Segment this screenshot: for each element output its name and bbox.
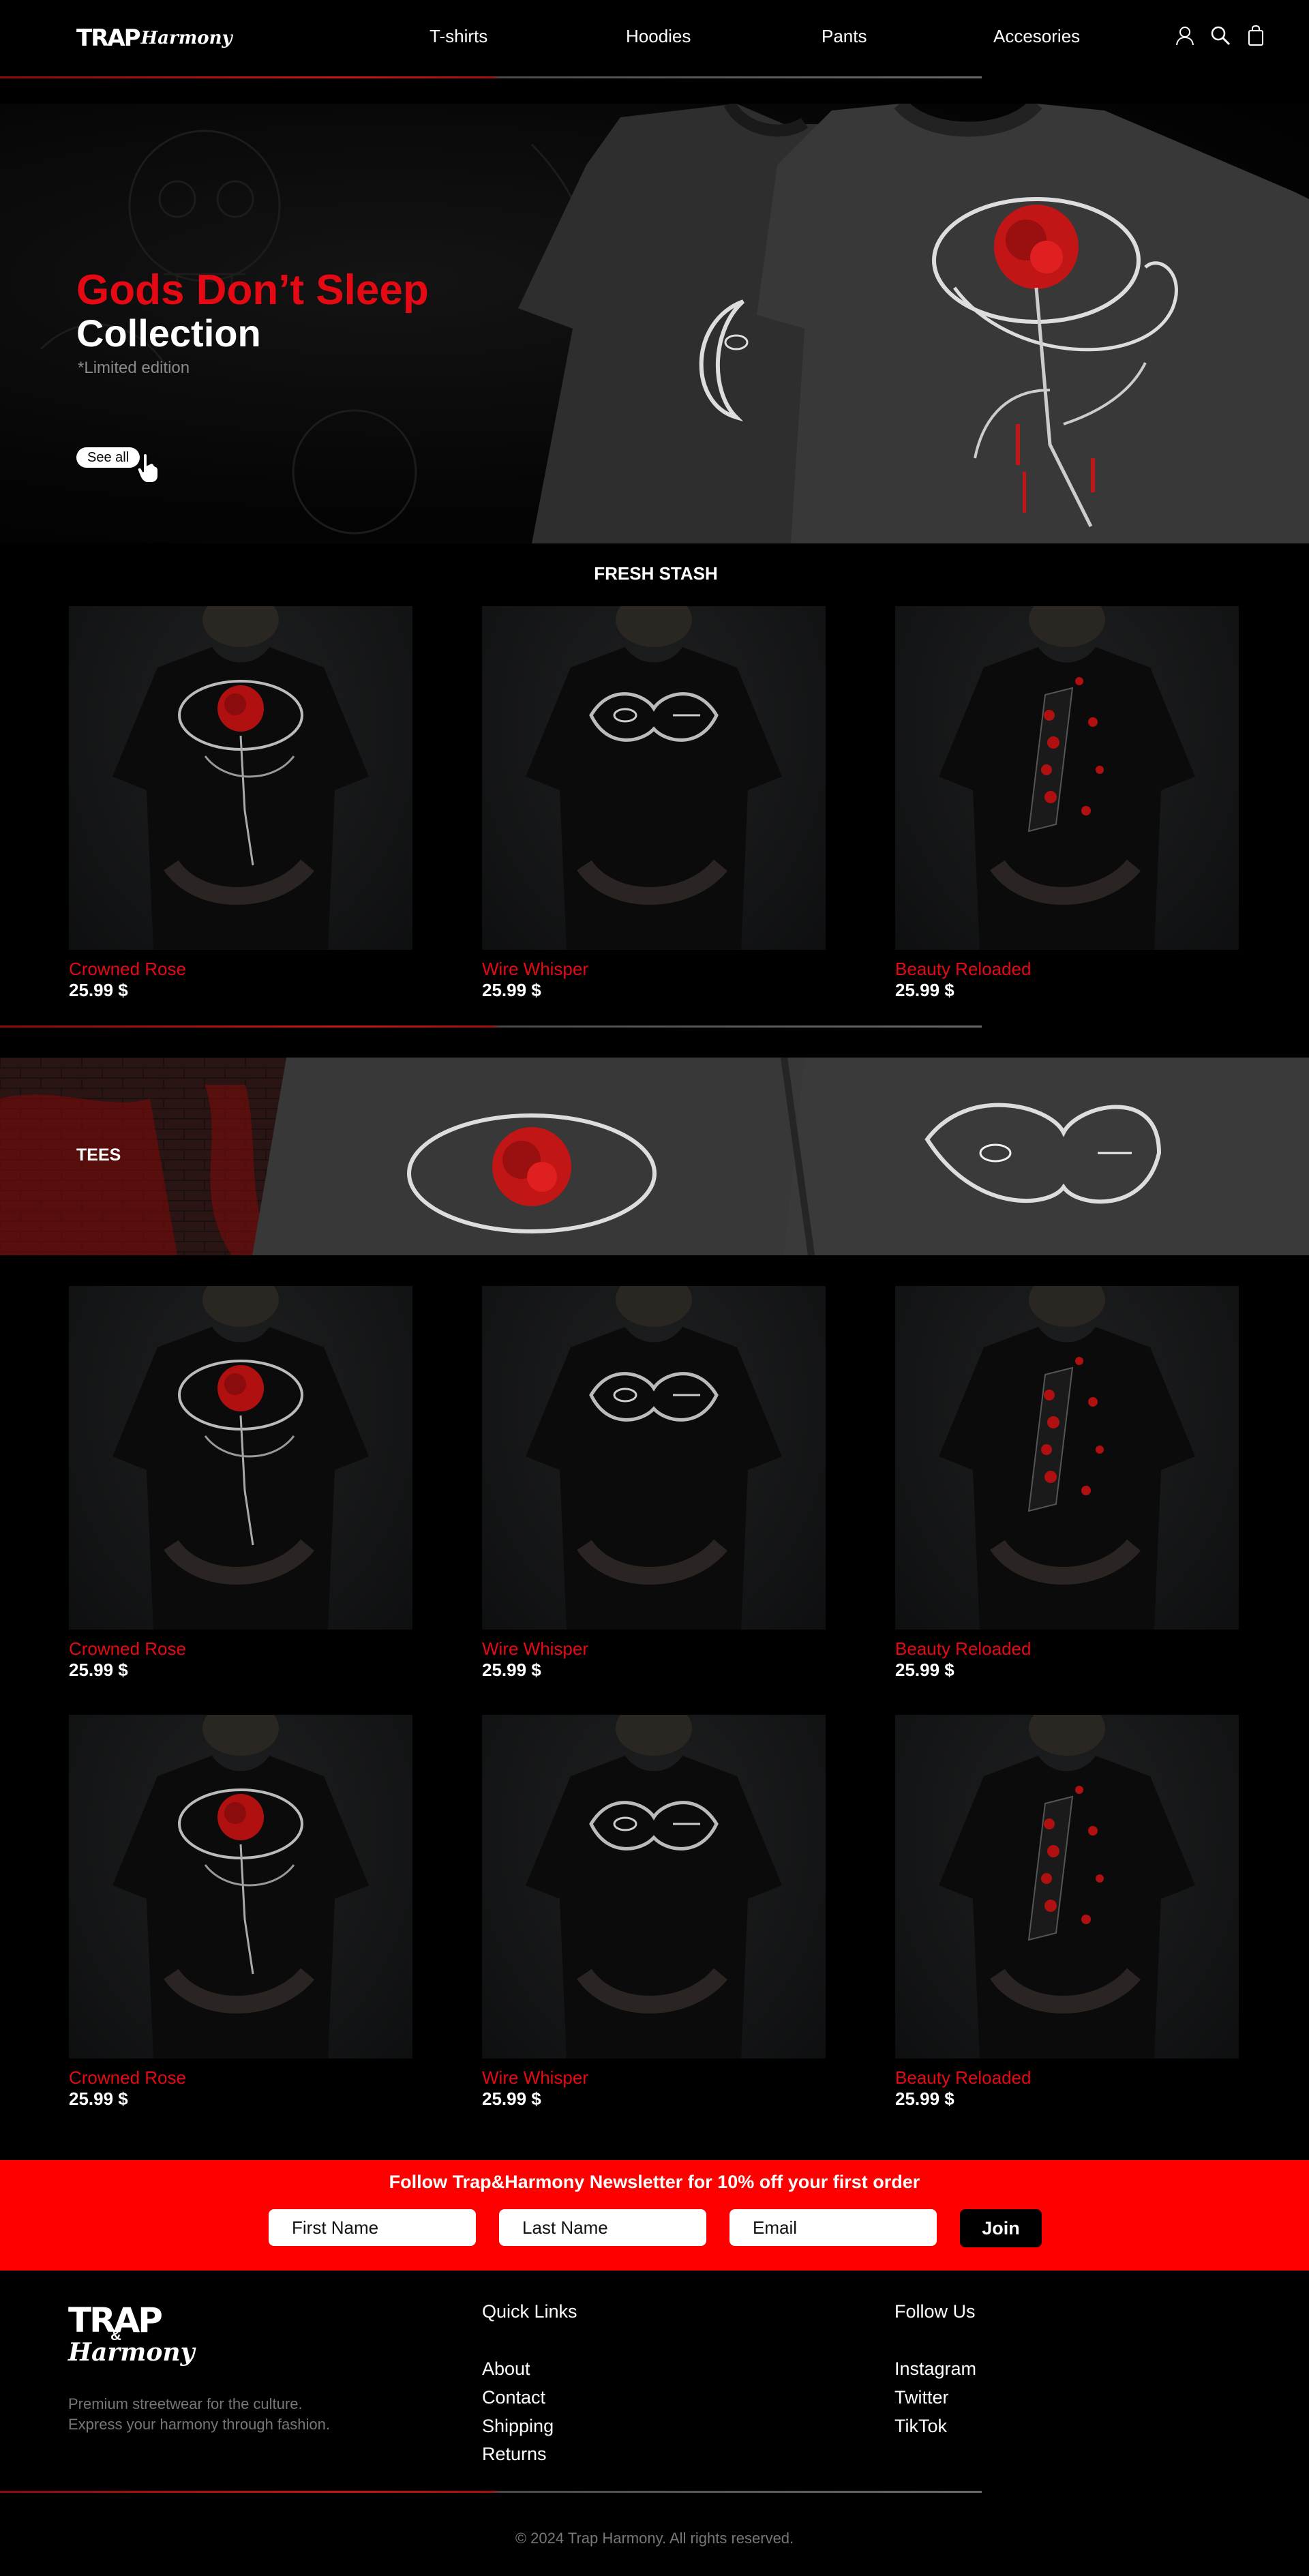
product-price: 25.99 $ <box>69 2088 128 2109</box>
product-price: 25.99 $ <box>69 1660 128 1680</box>
product-name[interactable]: Crowned Rose <box>69 2067 186 2088</box>
product-name[interactable]: Wire Whisper <box>482 2067 588 2088</box>
newsletter-title: Follow Trap&Harmony Newsletter for 10% o… <box>389 2172 920 2192</box>
product-image[interactable] <box>895 606 1239 950</box>
wire-whisper-tee-image <box>526 1715 782 2058</box>
footer-tagline-1: Premium streetwear for the culture. <box>68 2395 303 2412</box>
footer-link-returns[interactable]: Returns <box>482 2444 547 2465</box>
crowned-rose-tee-image <box>112 1286 369 1630</box>
quick-links-title: Quick Links <box>482 2301 577 2322</box>
brand-logo[interactable]: TRAP Harmony <box>76 23 232 53</box>
product-image[interactable] <box>482 1286 826 1630</box>
product-image[interactable] <box>69 1286 412 1630</box>
search-icon[interactable] <box>1209 25 1231 46</box>
bag-icon[interactable] <box>1245 25 1267 46</box>
header-divider <box>0 76 982 78</box>
product-image[interactable] <box>895 1715 1239 2058</box>
wire-whisper-tee-image <box>526 1286 782 1630</box>
product-price: 25.99 $ <box>482 2088 541 2109</box>
product-name[interactable]: Crowned Rose <box>69 959 186 980</box>
follow-us-title: Follow Us <box>894 2301 976 2322</box>
footer-tagline-2: Express your harmony through fashion. <box>68 2416 330 2433</box>
product-name[interactable]: Wire Whisper <box>482 959 588 980</box>
footer-divider <box>0 2491 982 2493</box>
email-field[interactable] <box>729 2209 937 2246</box>
product-price: 25.99 $ <box>895 980 954 1000</box>
logo-harmony-text: Harmony <box>140 28 232 48</box>
product-name[interactable]: Beauty Reloaded <box>895 1638 1031 1660</box>
section-divider <box>0 1025 982 1028</box>
see-all-button[interactable]: See all <box>76 447 140 468</box>
product-price: 25.99 $ <box>482 1660 541 1680</box>
footer-logo-harmony: Harmony <box>68 2338 195 2367</box>
tees-title: TEES <box>76 1145 121 1165</box>
crowned-rose-tee-image <box>112 1715 369 2058</box>
hand-cursor-icon <box>136 453 159 483</box>
hero-subtitle: *Limited edition <box>78 359 190 377</box>
nav-item-pants[interactable]: Pants <box>822 26 867 47</box>
hero-title-highlight: Gods Don’t Sleep <box>76 267 429 314</box>
logo-trap-text: TRAP <box>76 25 141 52</box>
footer-logo[interactable]: TRAP & Harmony <box>68 2301 195 2378</box>
footer-logo-amp: & <box>110 2326 121 2343</box>
product-image[interactable] <box>482 606 826 950</box>
beauty-reloaded-tee-image <box>939 1286 1195 1630</box>
hero-title: Collection <box>76 312 261 355</box>
social-link-instagram[interactable]: Instagram <box>894 2358 976 2380</box>
beauty-reloaded-tee-image <box>939 606 1195 950</box>
footer-link-about[interactable]: About <box>482 2358 530 2380</box>
product-image[interactable] <box>895 1286 1239 1630</box>
first-name-field[interactable] <box>269 2209 476 2246</box>
product-name[interactable]: Wire Whisper <box>482 1638 588 1660</box>
product-price: 25.99 $ <box>69 980 128 1000</box>
product-image[interactable] <box>69 1715 412 2058</box>
tees-banner-graphic <box>0 1058 1309 1255</box>
footer-logo-trap: TRAP <box>68 2301 163 2340</box>
nav-item-accessories[interactable]: Accesories <box>993 26 1080 47</box>
copyright-text: © 2024 Trap Harmony. All rights reserved… <box>515 2530 794 2547</box>
nav-item-tshirts[interactable]: T-shirts <box>430 26 487 47</box>
product-image[interactable] <box>482 1715 826 2058</box>
fresh-stash-title: FRESH STASH <box>594 563 718 584</box>
product-price: 25.99 $ <box>482 980 541 1000</box>
last-name-field[interactable] <box>499 2209 706 2246</box>
wire-whisper-tee-image <box>526 606 782 950</box>
user-icon[interactable] <box>1174 25 1196 46</box>
crowned-rose-tee-image <box>112 606 369 950</box>
tees-banner <box>0 1058 1309 1255</box>
product-name[interactable]: Beauty Reloaded <box>895 2067 1031 2088</box>
footer-link-shipping[interactable]: Shipping <box>482 2416 554 2437</box>
nav-item-hoodies[interactable]: Hoodies <box>626 26 691 47</box>
social-link-twitter[interactable]: Twitter <box>894 2387 949 2408</box>
social-link-tiktok[interactable]: TikTok <box>894 2416 947 2437</box>
product-name[interactable]: Beauty Reloaded <box>895 959 1031 980</box>
beauty-reloaded-tee-image <box>939 1715 1195 2058</box>
product-image[interactable] <box>69 606 412 950</box>
product-price: 25.99 $ <box>895 2088 954 2109</box>
footer-link-contact[interactable]: Contact <box>482 2387 545 2408</box>
product-price: 25.99 $ <box>895 1660 954 1680</box>
join-button[interactable]: Join <box>960 2209 1042 2247</box>
product-name[interactable]: Crowned Rose <box>69 1638 186 1660</box>
